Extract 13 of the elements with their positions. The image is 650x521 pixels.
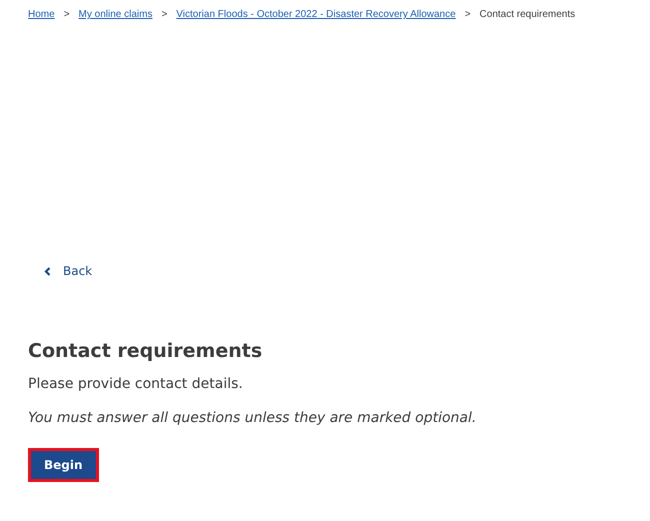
breadcrumb-current: Contact requirements: [480, 9, 576, 20]
instruction-note: You must answer all questions unless they are marked optional.: [28, 410, 478, 426]
breadcrumb-link[interactable]: Home: [28, 9, 55, 20]
breadcrumb-separator: >: [161, 9, 168, 20]
back-link[interactable]: Back: [44, 264, 92, 278]
breadcrumb-separator: >: [464, 9, 471, 20]
breadcrumb-link[interactable]: My online claims: [78, 9, 152, 20]
begin-button[interactable]: Begin: [28, 448, 99, 482]
intro-text: Please provide contact details.: [28, 376, 244, 392]
breadcrumb-link[interactable]: Victorian Floods - October 2022 - Disaster Recovery Allowance: [176, 9, 456, 20]
chevron-left-icon: [44, 266, 51, 276]
page-heading: Contact requirements: [28, 340, 264, 362]
breadcrumb-separator: >: [64, 9, 70, 20]
